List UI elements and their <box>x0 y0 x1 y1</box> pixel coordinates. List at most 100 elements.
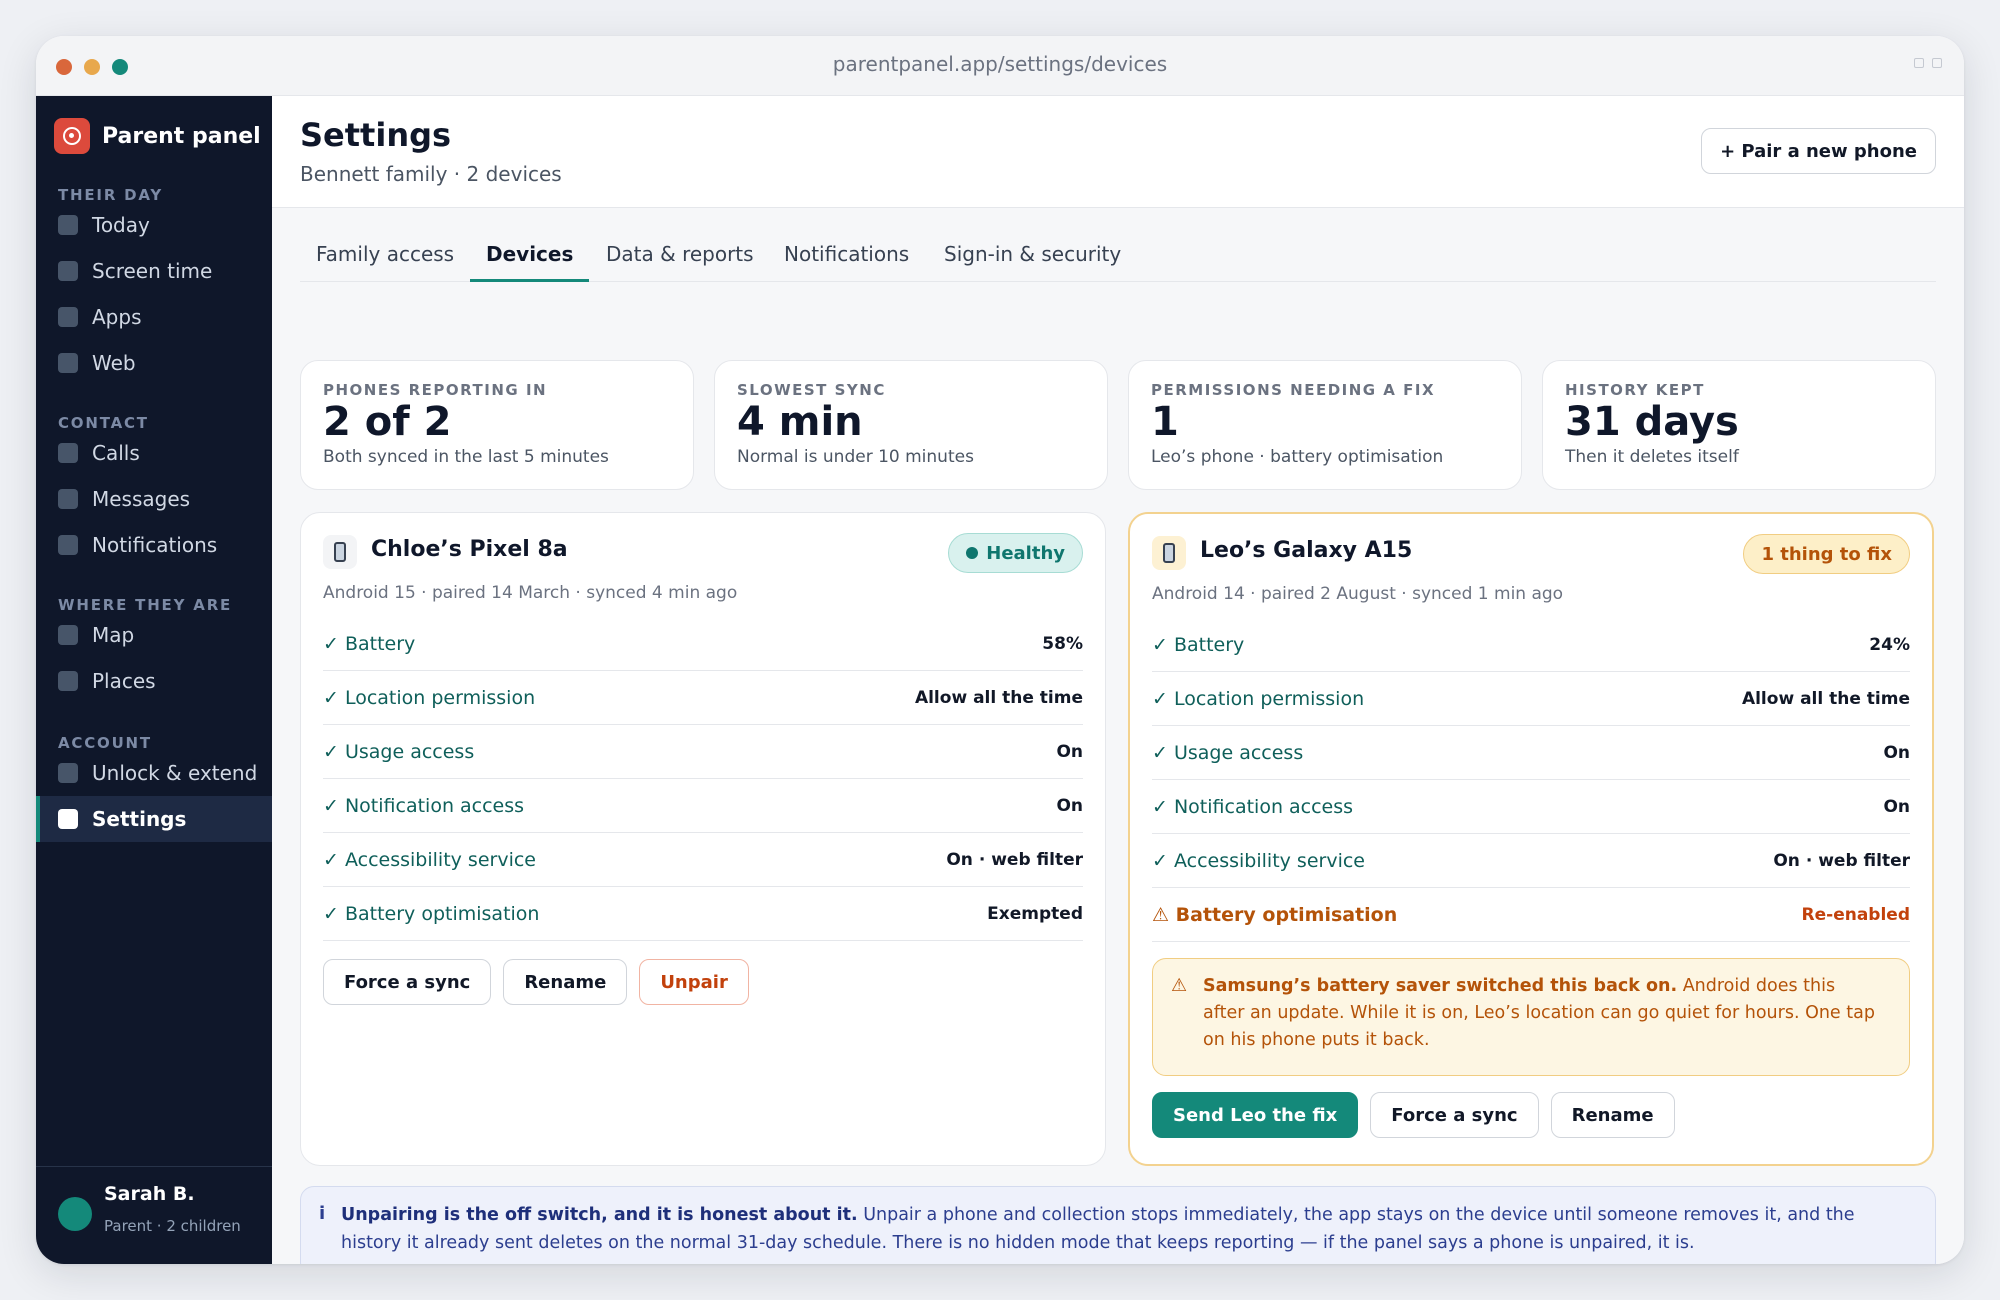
tab-data-reports[interactable]: Data & reports <box>590 236 770 282</box>
address-bar[interactable]: parentpanel.app/settings/devices <box>36 52 1964 76</box>
split-view-icon[interactable] <box>1914 58 1924 68</box>
stat-label: SLOWEST SYNC <box>737 381 886 399</box>
stat-value: 4 min <box>737 399 863 445</box>
permission-value: Allow all the time <box>914 687 1083 708</box>
user-profile[interactable]: Sarah B. Parent · 2 children <box>36 1166 272 1264</box>
sidebar-item-label: Notifications <box>92 533 218 557</box>
window-tile-icon[interactable] <box>1932 58 1942 68</box>
stat-card-phones-reporting: PHONES REPORTING IN 2 of 2 Both synced i… <box>300 360 694 490</box>
permission-label: Battery <box>1173 633 1245 656</box>
stat-value: 1 <box>1151 399 1179 445</box>
battery-warning-callout: ⚠ Samsung’s battery saver switched this … <box>1152 958 1910 1076</box>
sidebar-item-label: Messages <box>92 487 191 511</box>
sidebar-item-messages[interactable]: Messages <box>36 476 272 522</box>
browser-window: parentpanel.app/settings/devices Parent … <box>36 36 1964 1264</box>
permission-value: On <box>1883 742 1910 763</box>
tab-sign-in-security[interactable]: Sign-in & security <box>928 236 1137 282</box>
permission-label: Accessibility service <box>344 848 536 871</box>
send-fix-button[interactable]: Send Leo the fix <box>1152 1092 1359 1138</box>
permission-row-usage: ✓ Usage access On <box>323 725 1083 779</box>
tab-devices[interactable]: Devices <box>470 236 590 282</box>
permission-label: Notification access <box>344 794 525 817</box>
permission-row-accessibility: ✓ Accessibility service On · web filter <box>1152 834 1910 888</box>
sidebar-item-label: Calls <box>92 441 140 465</box>
permission-value: On · web filter <box>946 849 1083 870</box>
sidebar-item-notifications[interactable]: Notifications <box>36 522 272 568</box>
apps-icon <box>58 307 78 327</box>
sidebar-item-label: Places <box>92 669 156 693</box>
permission-label: Accessibility service <box>1173 849 1365 872</box>
rename-button[interactable]: Rename <box>503 959 628 1005</box>
unpair-button[interactable]: Unpair <box>639 959 749 1005</box>
permission-label: Usage access <box>344 740 475 763</box>
permission-label: Location permission <box>344 686 536 709</box>
sidebar-item-map[interactable]: Map <box>36 612 272 658</box>
sidebar: Parent panel THEIR DAY Today Screen time… <box>36 96 272 1264</box>
status-dot-icon <box>966 547 979 559</box>
sidebar-item-label: Settings <box>92 807 187 831</box>
permission-row-notification: ✓ Notification access On <box>1152 780 1910 834</box>
check-icon: ✓ <box>1152 795 1168 818</box>
permission-label: Battery optimisation <box>344 902 540 925</box>
check-icon: ✓ <box>1152 633 1168 656</box>
sidebar-item-unlock-extend[interactable]: Unlock & extend <box>36 750 272 796</box>
warning-text: Samsung’s battery saver switched this ba… <box>1203 973 1879 1054</box>
sidebar-item-screen-time[interactable]: Screen time <box>36 248 272 294</box>
check-icon: ✓ <box>323 794 339 817</box>
rename-button[interactable]: Rename <box>1550 1092 1675 1138</box>
status-badge-label: Healthy <box>986 542 1065 564</box>
screen-time-icon <box>58 261 78 281</box>
sidebar-item-web[interactable]: Web <box>36 340 272 386</box>
permission-value: On <box>1883 796 1910 817</box>
check-icon: ✓ <box>1152 687 1168 710</box>
tab-family-access[interactable]: Family access <box>300 236 470 282</box>
check-icon: ✓ <box>1152 741 1168 764</box>
sidebar-item-label: Apps <box>92 305 142 329</box>
device-card-chloe: Chloe’s Pixel 8a Healthy Android 15 · pa… <box>300 512 1106 1166</box>
permission-value: On <box>1056 795 1083 816</box>
sidebar-item-label: Web <box>92 351 136 375</box>
device-meta: Android 15 · paired 14 March · synced 4 … <box>323 583 738 603</box>
stat-card-history-kept: HISTORY KEPT 31 days Then it deletes its… <box>1542 360 1936 490</box>
sidebar-item-calls[interactable]: Calls <box>36 430 272 476</box>
device-card-leo: Leo’s Galaxy A15 1 thing to fix Android … <box>1128 512 1934 1166</box>
force-sync-button[interactable]: Force a sync <box>1370 1092 1539 1138</box>
sidebar-item-today[interactable]: Today <box>36 202 272 248</box>
sidebar-item-label: Unlock & extend <box>92 761 258 785</box>
messages-icon <box>58 489 78 509</box>
status-badge: Healthy <box>948 533 1083 573</box>
phone-icon <box>323 535 357 569</box>
permission-list: ✓ Battery 58% ✓ Location permission Allow … <box>323 617 1083 941</box>
force-sync-button[interactable]: Force a sync <box>323 959 492 1005</box>
permission-row-notification: ✓ Notification access On <box>323 779 1083 833</box>
check-icon: ✓ <box>323 632 339 655</box>
brand[interactable]: Parent panel <box>54 118 261 154</box>
tab-bar: Family access Devices Data & reports Not… <box>300 236 1936 282</box>
permission-label: Notification access <box>1173 795 1354 818</box>
page-header: Settings Bennett family · 2 devices + Pa… <box>272 96 1964 208</box>
permission-row-battery-optimisation: ⚠ Battery optimisation Re-enabled <box>1152 888 1910 942</box>
permission-label: Battery <box>344 632 416 655</box>
permission-value: Allow all the time <box>1741 688 1910 709</box>
sidebar-item-places[interactable]: Places <box>36 658 272 704</box>
tab-notifications[interactable]: Notifications <box>768 236 925 282</box>
sidebar-item-settings[interactable]: Settings <box>36 796 272 842</box>
pair-new-phone-button[interactable]: + Pair a new phone <box>1701 128 1936 174</box>
permission-value: On · web filter <box>1773 850 1910 871</box>
stat-card-slowest-sync: SLOWEST SYNC 4 min Normal is under 10 mi… <box>714 360 1108 490</box>
device-meta: Android 14 · paired 2 August · synced 1 … <box>1152 584 1564 604</box>
user-role: Parent · 2 children <box>104 1217 241 1235</box>
main-content: Settings Bennett family · 2 devices + Pa… <box>272 96 1964 1264</box>
sidebar-item-apps[interactable]: Apps <box>36 294 272 340</box>
stat-note: Both synced in the last 5 minutes <box>323 447 609 467</box>
page-title: Settings <box>300 116 452 154</box>
settings-icon <box>58 809 78 829</box>
sidebar-item-label: Map <box>92 623 135 647</box>
permission-value: 58% <box>1042 633 1083 654</box>
permission-value: On <box>1056 741 1083 762</box>
sidebar-item-label: Screen time <box>92 259 213 283</box>
stat-card-permissions-fix: PERMISSIONS NEEDING A FIX 1 Leo’s phone … <box>1128 360 1522 490</box>
permission-value: Re-enabled <box>1801 904 1910 925</box>
phone-icon <box>1152 536 1186 570</box>
stat-label: PHONES REPORTING IN <box>323 381 548 399</box>
